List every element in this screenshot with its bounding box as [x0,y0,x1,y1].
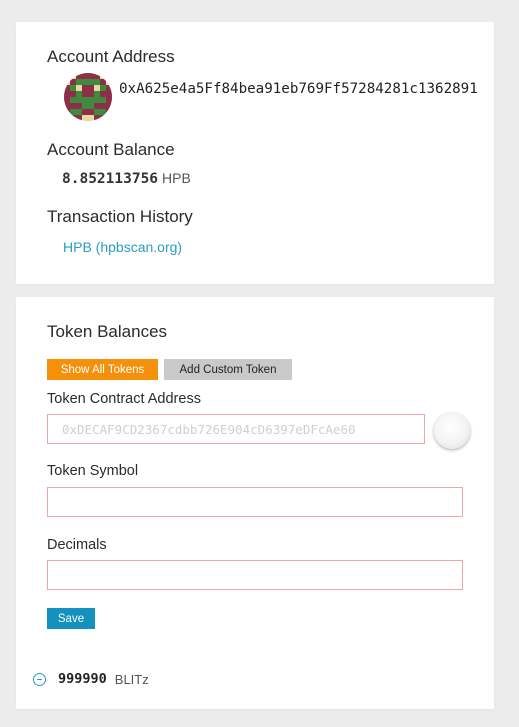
token-contract-label: Token Contract Address [47,391,201,407]
account-address: 0xA625e4a5Ff84bea91eb769Ff57284281c13628… [119,81,478,97]
token-identicon [434,413,470,449]
balance-amount: 8.852113756 [62,171,159,187]
decimals-input[interactable] [47,560,463,590]
show-all-tokens-button[interactable]: Show All Tokens [47,359,158,380]
avatar-pixel [64,73,70,79]
account-avatar [64,73,112,121]
account-balance-heading: Account Balance [47,140,175,159]
hpbscan-link[interactable]: HPB (hpbscan.org) [63,239,182,255]
remove-token-icon[interactable] [33,672,46,686]
token-contract-address-input[interactable] [47,414,425,444]
token-list-item: 999990 BLITz [33,670,149,688]
account-card: Account Address 0xA625e4a5Ff84bea91eb769… [16,22,494,284]
token-balances-card: Token Balances Show All Tokens Add Custo… [16,297,494,709]
token-symbol-label: Token Symbol [47,463,139,479]
token-amount: 999990 [58,671,107,687]
balance-unit: HPB [162,170,191,186]
token-symbol: BLITz [114,671,149,687]
decimals-label: Decimals [47,537,107,553]
token-balances-heading: Token Balances [47,322,168,341]
token-symbol-input[interactable] [47,487,463,517]
account-balance-value: 8.852113756 HPB [62,170,191,187]
avatar-pixel [106,73,112,79]
avatar-pixel [106,109,112,115]
avatar-pixel [64,115,70,121]
avatar-pixel [100,115,106,121]
save-button[interactable]: Save [47,608,95,629]
add-custom-token-button[interactable]: Add Custom Token [164,359,292,380]
avatar-pixel [106,115,112,121]
transaction-history-heading: Transaction History [47,207,193,226]
account-address-heading: Account Address [47,47,175,66]
